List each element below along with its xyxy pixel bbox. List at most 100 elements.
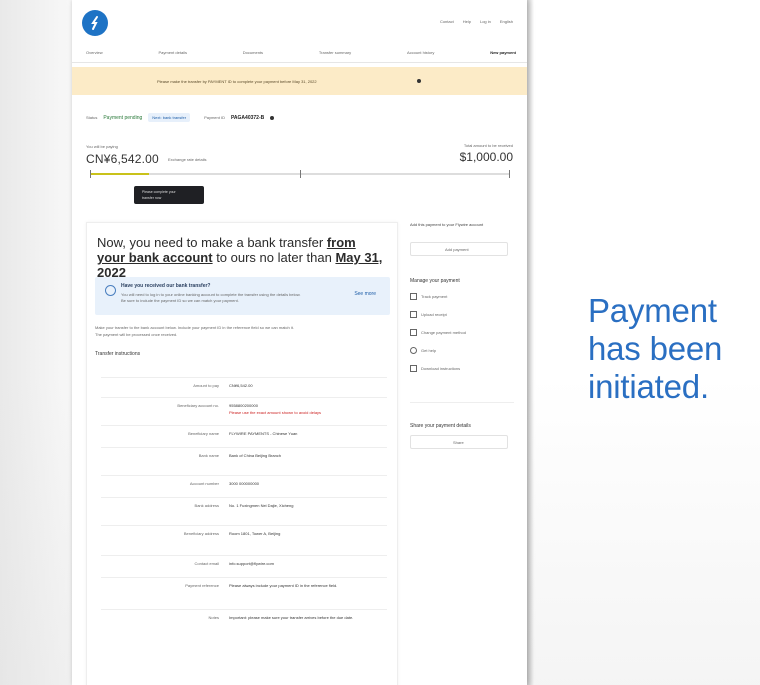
add-payment-title: Add this payment to your Flywire account — [410, 222, 484, 227]
progress-tooltip: Please complete your transfer now — [134, 186, 204, 204]
add-payment-button[interactable]: Add payment — [410, 242, 508, 256]
manage-item-label: Track payment — [421, 293, 448, 299]
table-row-value: Room 1801, Tower A, Beijing — [229, 531, 281, 536]
manage-item-label: Upload receipt — [421, 311, 447, 317]
table-row-label: Beneficiary address — [183, 531, 219, 536]
flywire-logo[interactable] — [82, 10, 108, 36]
payment-progress — [90, 170, 510, 178]
progress-fill — [90, 173, 149, 175]
table-row-divider — [101, 577, 387, 578]
received-amount: $1,000.00 — [459, 150, 513, 164]
table-row-value: 3000 000000000 — [229, 481, 260, 486]
info-line-2: Be sure to include the payment ID so we … — [121, 298, 239, 303]
info-line-1: You will need to log in to your online b… — [121, 292, 301, 297]
table-row-label: Bank address — [194, 503, 219, 508]
pencil-icon — [410, 292, 417, 300]
table-row-value: No. 1 Fuxingmen Nei Dajie, Xicheng — [229, 503, 294, 508]
top-link-help[interactable]: Help — [463, 19, 471, 24]
table-row-divider — [101, 475, 387, 476]
caption-line-3: initiated. — [588, 368, 709, 405]
manage-item-label: Get help — [421, 347, 437, 353]
notice-banner: Please make the transfer by PAYMENT ID t… — [72, 67, 527, 95]
info-icon — [105, 285, 116, 296]
status-badge: Payment pending — [103, 114, 143, 121]
language-selector[interactable]: English — [500, 19, 513, 24]
download-icon — [410, 364, 417, 372]
headline-text-mid: to ours no later than — [212, 250, 336, 265]
top-links: Contact Help Log in English — [440, 19, 513, 24]
table-row-label: Notes — [208, 615, 219, 620]
share-button[interactable]: Share — [410, 435, 508, 449]
document-icon — [410, 310, 417, 318]
nav-item-payment-details[interactable]: Payment details — [159, 50, 187, 55]
manage-item-change-method[interactable]: Change payment method — [410, 326, 514, 338]
paying-caption: You will be paying — [86, 144, 118, 149]
instruction-paragraph-2: The payment will be processed once recei… — [95, 332, 178, 337]
info-box: Have you received our bank transfer? You… — [95, 277, 390, 315]
table-row-divider — [101, 525, 387, 526]
table-row-label: Amount to pay — [193, 383, 219, 388]
nav-item-account-history[interactable]: Account history — [407, 50, 434, 55]
table-row-divider — [101, 555, 387, 556]
nav-divider — [72, 62, 527, 63]
help-icon — [410, 346, 417, 354]
manage-item-label: Change payment method — [421, 329, 466, 335]
table-row-divider — [101, 377, 387, 378]
banner-text: Please make the transfer by PAYMENT ID t… — [157, 79, 317, 84]
manage-item-track[interactable]: Track payment — [410, 290, 514, 302]
copy-icon[interactable] — [270, 115, 275, 120]
paying-amount: CN¥6,542.00 — [86, 152, 159, 166]
table-row-divider — [101, 447, 387, 448]
info-title: Have you received our bank transfer? — [121, 283, 211, 289]
payment-id-label: Payment ID — [204, 115, 225, 120]
info-dot-icon — [417, 79, 421, 83]
table-row-value: Important: please make sure your transfe… — [229, 615, 354, 620]
add-payment-button-label: Add payment — [445, 247, 469, 252]
table-row-label: Payment reference — [185, 583, 219, 588]
nav-item-documents[interactable]: Documents — [243, 50, 263, 55]
manage-payment-title: Manage your payment — [410, 278, 460, 284]
manage-item-help[interactable]: Get help — [410, 344, 514, 356]
top-link-login[interactable]: Log in — [480, 19, 491, 24]
status-row: Status Payment pending Next: bank transf… — [86, 113, 275, 122]
payment-id-value: PAGA40372-B — [230, 114, 265, 121]
manage-item-upload[interactable]: Upload receipt — [410, 308, 514, 320]
table-row-label: Beneficiary account no. — [177, 403, 219, 408]
table-row-divider — [101, 497, 387, 498]
table-row-value: Bank of China Beijing Branch — [229, 453, 282, 458]
top-link-contact[interactable]: Contact — [440, 19, 454, 24]
table-row-value: 9558800200000 — [229, 403, 258, 408]
tooltip-line-1: Please complete your — [142, 190, 176, 194]
side-divider — [410, 402, 514, 403]
table-row-divider — [101, 425, 387, 426]
progress-end-marker — [509, 170, 510, 178]
instruction-paragraph-1: Make your transfer to the bank account b… — [95, 325, 294, 330]
table-row-value: CN¥6,542.00 — [229, 383, 253, 388]
headline-text-start: Now, you need to make a bank transfer — [97, 235, 327, 250]
table-row-label: Beneficiary name — [188, 431, 219, 436]
manage-item-download[interactable]: Download instructions — [410, 362, 514, 374]
progress-start-marker — [90, 170, 91, 178]
table-row-value: FLYWIRE PAYMENTS - Chinese Yuan — [229, 431, 298, 436]
manage-item-label: Download instructions — [421, 365, 461, 371]
table-row-value: info.support@flywire.com — [229, 561, 274, 566]
received-caption: Total amount to be received — [463, 143, 513, 148]
share-title: Share your payment details — [410, 423, 471, 429]
tooltip-line-2: transfer now — [142, 196, 162, 200]
main-nav: Overview Payment details Documents Trans… — [86, 50, 516, 55]
nav-item-new-payment[interactable]: New payment — [490, 50, 516, 55]
side-panel: Add this payment to your Flywire account… — [410, 222, 514, 449]
table-row-label: Bank name — [198, 453, 219, 458]
nav-item-overview[interactable]: Overview — [86, 50, 103, 55]
caption-line-1: Payment — [588, 292, 717, 329]
see-more-link[interactable]: See more — [354, 291, 376, 297]
exchange-rate-link[interactable]: Exchange rate details — [168, 157, 206, 162]
table-row-warning: Please use the exact amount shown to avo… — [229, 410, 322, 415]
nav-item-transfer-summary[interactable]: Transfer summary — [319, 50, 351, 55]
caption-line-2: has been — [588, 330, 723, 367]
logo-mark-icon — [91, 16, 98, 30]
next-step-chip[interactable]: Next: bank transfer — [148, 113, 191, 122]
table-row-label: Account number — [189, 481, 219, 486]
progress-mid-marker — [300, 170, 301, 178]
share-button-label: Share — [453, 440, 464, 445]
